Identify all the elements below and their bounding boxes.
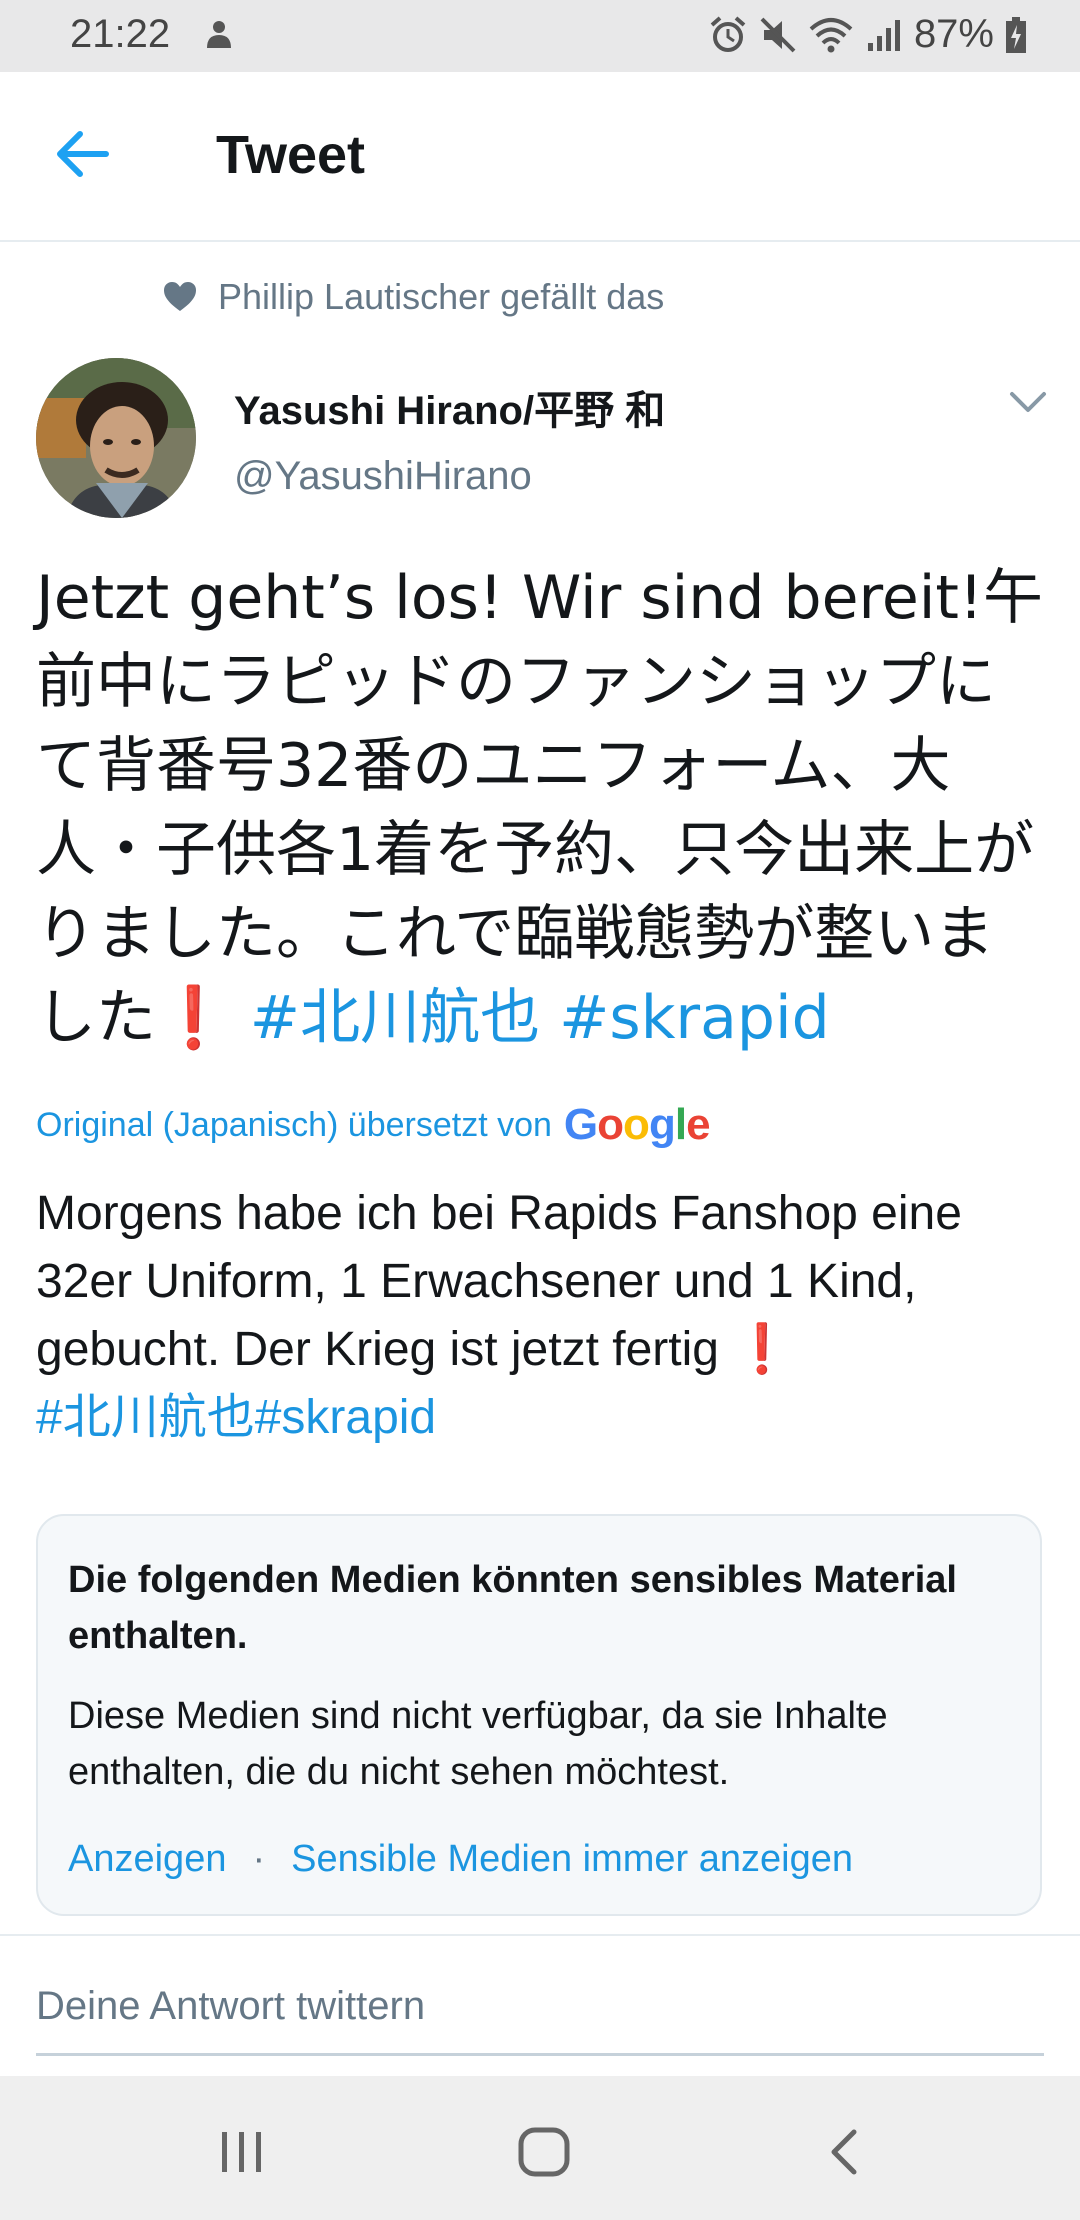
status-time: 21:22	[70, 12, 171, 56]
tweet-body: Jetzt geht’s los! Wir sind bereit!午前中にラピ…	[36, 563, 1043, 1053]
translation-note-label: Original (Japanisch) übersetzt von	[36, 1105, 552, 1144]
heart-icon	[164, 282, 196, 311]
status-bar: 21:22 87%	[0, 0, 1080, 72]
top-app-bar: Tweet	[0, 72, 1080, 242]
back-arrow-icon[interactable]	[50, 124, 120, 184]
author-handle[interactable]: @YasushiHirano	[234, 454, 532, 499]
avatar[interactable]	[36, 358, 196, 518]
google-logo: Google	[563, 1100, 711, 1149]
translation-note: Original (Japanisch) übersetzt von Googl…	[36, 1100, 711, 1150]
sensitive-media-card: Die folgenden Medien könnten sensibles M…	[36, 1514, 1042, 1916]
hashtag-link[interactable]: #北川航也	[250, 983, 540, 1053]
avatar-image	[36, 358, 196, 518]
translated-text: Morgens habe ich bei Rapids Fanshop eine…	[36, 1180, 1046, 1452]
sensitive-media-description: Diese Medien sind nicht verfügbar, da si…	[68, 1695, 888, 1793]
chevron-down-icon[interactable]	[1008, 388, 1048, 416]
home-icon[interactable]	[514, 2124, 574, 2180]
always-show-media-link[interactable]: Sensible Medien immer anzeigen	[291, 1838, 853, 1881]
system-navigation-bar	[0, 2076, 1080, 2220]
back-nav-icon[interactable]	[816, 2124, 876, 2180]
alarm-icon	[710, 15, 746, 52]
social-context-label: Phillip Lautischer gefällt das	[218, 276, 665, 317]
divider	[0, 1934, 1080, 1936]
exclamation-emoji: ❗	[156, 983, 231, 1053]
signal-icon	[867, 19, 900, 51]
reply-input[interactable]: Deine Antwort twittern	[36, 1984, 1044, 2056]
wifi-icon	[809, 17, 853, 52]
separator-dot: ·	[252, 1838, 266, 1880]
show-media-link[interactable]: Anzeigen	[68, 1838, 226, 1881]
page-title: Tweet	[216, 125, 366, 185]
tweet-text: Jetzt geht’s los! Wir sind bereit!午前中にラピ…	[36, 556, 1046, 1060]
author-name[interactable]: Yasushi Hirano/平野 和	[234, 378, 665, 436]
translated-body: Morgens habe ich bei Rapids Fanshop eine…	[36, 1187, 962, 1376]
battery-charging-icon	[1006, 16, 1026, 53]
social-context[interactable]: Phillip Lautischer gefällt das	[162, 276, 664, 318]
sensitive-media-actions: Anzeigen · Sensible Medien immer anzeige…	[68, 1838, 853, 1881]
exclamation-emoji: ❗	[732, 1323, 793, 1376]
recent-apps-icon[interactable]	[212, 2124, 272, 2180]
mute-icon	[760, 17, 796, 52]
hashtag-link[interactable]: #skrapid	[559, 983, 830, 1053]
battery-percentage: 87%	[913, 12, 994, 56]
reply-placeholder: Deine Antwort twittern	[36, 1984, 426, 2028]
sensitive-media-title: Die folgenden Medien könnten sensibles M…	[68, 1559, 957, 1657]
hashtag-link[interactable]: #北川航也#skrapid	[36, 1391, 436, 1444]
app-notification-icon	[207, 21, 231, 48]
status-icons: 87%	[708, 12, 1028, 57]
